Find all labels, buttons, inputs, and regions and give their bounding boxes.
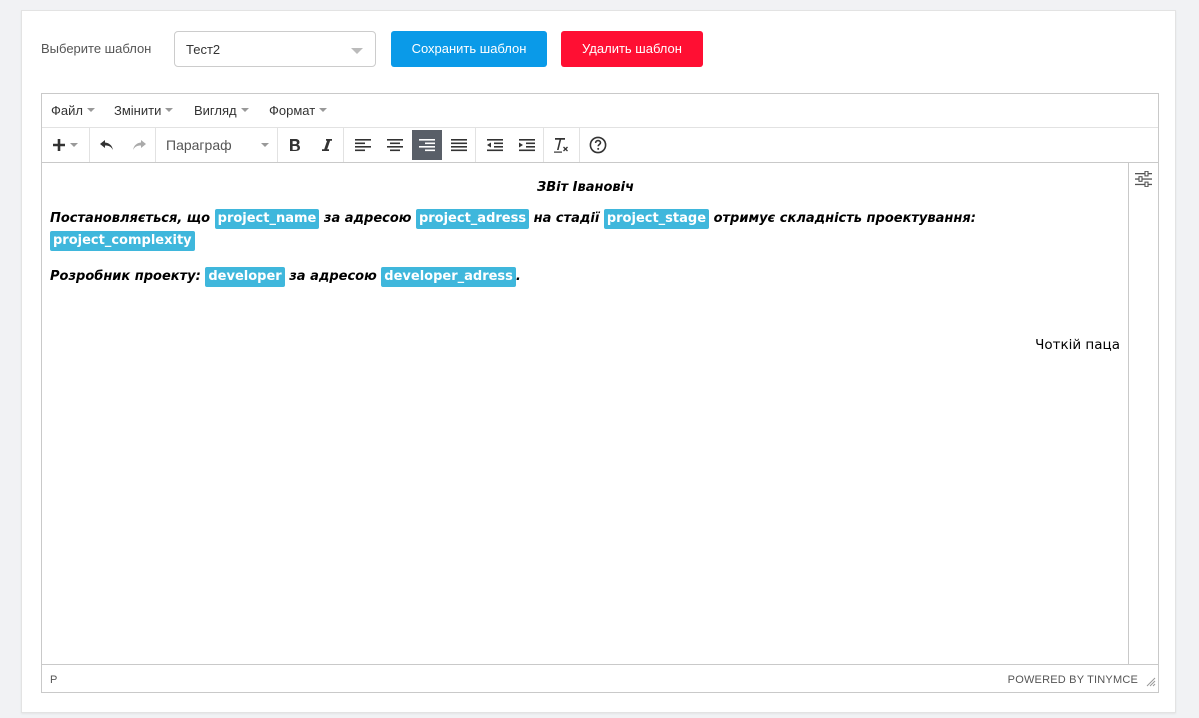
toolbar-group-history bbox=[90, 128, 156, 162]
toolbar-group-clear bbox=[544, 128, 580, 162]
editor-menubar: Файл Змінити Вигляд Формат bbox=[42, 94, 1158, 128]
block-format-select[interactable]: Параграф bbox=[166, 137, 232, 153]
menu-file-label: Файл bbox=[51, 103, 83, 118]
menu-edit-label: Змінити bbox=[114, 103, 162, 118]
align-left-icon[interactable] bbox=[348, 130, 378, 160]
menu-format-label: Формат bbox=[269, 103, 316, 118]
resize-handle-icon[interactable] bbox=[1146, 677, 1156, 690]
placeholder-tag-project-name: project_name bbox=[214, 209, 320, 229]
menu-file[interactable]: Файл bbox=[51, 103, 95, 119]
chevron-down-icon bbox=[351, 48, 363, 54]
paragraph-text: за адресою bbox=[319, 211, 416, 226]
menu-edit[interactable]: Змінити bbox=[114, 103, 174, 119]
template-select-value: Тест2 bbox=[186, 42, 221, 57]
italic-icon[interactable] bbox=[312, 130, 342, 160]
align-center-icon[interactable] bbox=[380, 130, 410, 160]
toolbar-group-align bbox=[344, 128, 476, 162]
insert-plus-icon[interactable] bbox=[46, 130, 86, 160]
paragraph-text: Постановляється, що bbox=[50, 211, 215, 226]
editor-side-panel bbox=[1129, 163, 1158, 664]
indent-icon[interactable] bbox=[512, 130, 542, 160]
bold-icon[interactable] bbox=[280, 130, 310, 160]
editor-statusbar: P POWERED BY TINYMCE bbox=[42, 664, 1158, 692]
outdent-icon[interactable] bbox=[480, 130, 510, 160]
document-title: ЗВіт Івановіч bbox=[536, 180, 635, 195]
template-controls: Выберите шаблон Тест2 Сохранить шаблон У… bbox=[22, 11, 1175, 91]
element-path[interactable]: P bbox=[50, 674, 57, 686]
caret-down-icon bbox=[86, 107, 95, 112]
placeholder-tag-project-complexity: project_complexity bbox=[50, 231, 195, 251]
placeholder-tag-project-stage: project_stage bbox=[603, 209, 710, 229]
paragraph-text: отримує складність проектування: bbox=[709, 211, 976, 226]
redo-icon[interactable] bbox=[124, 130, 154, 160]
menu-view[interactable]: Вигляд bbox=[194, 103, 249, 119]
paragraph-text: . bbox=[515, 269, 521, 284]
undo-icon[interactable] bbox=[92, 130, 122, 160]
save-template-button[interactable]: Сохранить шаблон bbox=[391, 31, 547, 67]
menu-format[interactable]: Формат bbox=[269, 103, 328, 119]
editor-toolbar: Параграф bbox=[42, 128, 1158, 163]
caret-down-icon bbox=[319, 107, 328, 112]
editor-content[interactable]: ЗВіт Івановіч Постановляється, що projec… bbox=[42, 163, 1129, 664]
template-card: Выберите шаблон Тест2 Сохранить шаблон У… bbox=[21, 10, 1176, 713]
paragraph-text: на стадії bbox=[529, 211, 604, 226]
right-aligned-text: Чоткій паца bbox=[1035, 337, 1120, 353]
menu-view-label: Вигляд bbox=[194, 103, 237, 118]
chevron-down-icon bbox=[261, 143, 269, 147]
caret-down-icon bbox=[240, 107, 249, 112]
caret-down-icon bbox=[165, 107, 174, 112]
paragraph-text: Розробник проекту: bbox=[50, 269, 206, 284]
paragraph-developer: Розробник проекту: developer за адресою … bbox=[50, 266, 1110, 288]
paragraph-text: за адресою bbox=[284, 269, 382, 284]
help-icon[interactable] bbox=[583, 130, 613, 160]
template-select-label: Выберите шаблон bbox=[41, 41, 152, 56]
placeholder-tag-developer-adress: developer_adress bbox=[381, 267, 516, 287]
delete-template-button[interactable]: Удалить шаблон bbox=[561, 31, 703, 67]
clear-format-icon[interactable] bbox=[547, 130, 577, 160]
toolbar-group-help bbox=[580, 128, 616, 162]
align-right-icon[interactable] bbox=[412, 130, 442, 160]
placeholder-tag-developer: developer bbox=[205, 267, 285, 287]
rich-text-editor: Файл Змінити Вигляд Формат Параграф ЗВіт… bbox=[41, 93, 1159, 693]
align-justify-icon[interactable] bbox=[444, 130, 474, 160]
sliders-icon[interactable] bbox=[1135, 170, 1152, 190]
toolbar-group-indent bbox=[476, 128, 544, 162]
placeholder-tag-project-adress: project_adress bbox=[415, 209, 530, 229]
powered-by-link[interactable]: POWERED BY TINYMCE bbox=[1008, 674, 1138, 686]
paragraph-project: Постановляється, що project_name за адре… bbox=[50, 208, 1110, 252]
toolbar-group-style bbox=[278, 128, 344, 162]
template-select[interactable]: Тест2 bbox=[174, 31, 376, 67]
toolbar-group-insert bbox=[42, 128, 90, 162]
